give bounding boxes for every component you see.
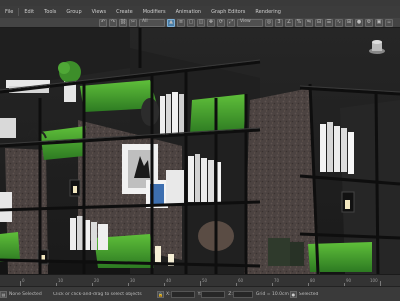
selection-status: None Selected (9, 291, 42, 297)
perspective-viewport[interactable] (0, 28, 400, 274)
viewcube-home-icon[interactable] (368, 40, 386, 54)
standing-books (160, 92, 184, 136)
status-bar: ▤ None Selected Click or click-and-drag … (0, 286, 400, 301)
time-tick-label: 10 (58, 278, 64, 283)
link-icon[interactable]: ⛓ (119, 18, 127, 27)
y-coord-field[interactable] (201, 290, 226, 298)
unlink-icon[interactable]: ✂ (129, 18, 137, 27)
x-coord-field[interactable] (170, 290, 195, 298)
percent-snap-icon[interactable]: % (295, 18, 303, 27)
menu-edit[interactable]: Edit (19, 9, 39, 15)
grass-tray (0, 232, 20, 262)
select-icon[interactable]: ▲ (167, 18, 175, 27)
time-tick-label: 50 (202, 278, 208, 283)
layer-manager-icon[interactable]: ☰ (325, 18, 333, 27)
time-tick-label: 80 (310, 278, 316, 283)
menu-group[interactable]: Group (61, 9, 86, 15)
vase (141, 98, 159, 126)
candle (73, 186, 77, 193)
menu-animation[interactable]: Animation (171, 9, 207, 15)
key-filter[interactable]: Selected (299, 292, 319, 297)
picture-frame (166, 170, 184, 204)
render-icon[interactable]: ☕ (385, 18, 393, 27)
menu-graph-editors[interactable]: Graph Editors (206, 9, 250, 15)
candle (345, 200, 350, 209)
angle-snap-icon[interactable]: ∠ (285, 18, 293, 27)
rotate-icon[interactable]: ⟳ (217, 18, 225, 27)
align-icon[interactable]: ⊟ (315, 18, 323, 27)
candle (155, 246, 161, 264)
time-tick-label: 0 (22, 278, 25, 283)
grid-size: Grid = 10.0cm (255, 291, 289, 297)
z-coord-field[interactable] (232, 290, 253, 298)
undo-icon[interactable]: ↶ (99, 18, 107, 27)
vase (268, 238, 290, 266)
maxscript-listener-icon[interactable]: ▤ (0, 290, 7, 298)
menu-file[interactable]: File (0, 9, 18, 15)
prompt-line: Click or click-and-drag to select object… (53, 291, 142, 297)
window-crossing-icon[interactable]: ◫ (197, 18, 205, 27)
menu-tools[interactable]: Tools (39, 9, 61, 15)
lock-selection-icon[interactable]: 🔒 (157, 290, 164, 298)
time-tick-label: 60 (238, 278, 244, 283)
time-tick-label: 90 (346, 278, 352, 283)
reference-coord-dropdown[interactable]: View (237, 18, 263, 27)
material-editor-icon[interactable]: ● (355, 18, 363, 27)
scale-icon[interactable]: ⤢ (227, 18, 235, 27)
time-tick-label: 30 (130, 278, 136, 283)
curve-editor-icon[interactable]: ∿ (335, 18, 343, 27)
book-stack (0, 192, 12, 222)
rendered-scene[interactable] (0, 28, 400, 274)
main-toolbar: ↶ ↷ ⛓ ✂ All ▲ ≡ ▢ ◫ ✥ ⟳ ⤢ View ◎ 3 ∠ % ⇋… (0, 18, 400, 28)
schematic-view-icon[interactable]: ⊞ (345, 18, 353, 27)
book-stack (0, 118, 16, 138)
time-tick-label: 70 (274, 278, 280, 283)
pivot-icon[interactable]: ◎ (265, 18, 273, 27)
mirror-icon[interactable]: ⇋ (305, 18, 313, 27)
menu-modifiers[interactable]: Modifiers (138, 9, 171, 15)
selection-filter-dropdown[interactable]: All (139, 18, 165, 27)
menu-views[interactable]: Views (87, 9, 111, 15)
potted-plant (58, 62, 70, 74)
redo-icon[interactable]: ↷ (109, 18, 117, 27)
move-icon[interactable]: ✥ (207, 18, 215, 27)
vase (290, 242, 304, 266)
render-frame-icon[interactable]: ▣ (375, 18, 383, 27)
time-tick-label: 100 (370, 278, 378, 283)
snap-icon[interactable]: 3 (275, 18, 283, 27)
menu-rendering[interactable]: Rendering (250, 9, 286, 15)
time-tick-label: 40 (166, 278, 172, 283)
time-tick-label: 20 (94, 278, 100, 283)
grass-tray (190, 94, 246, 134)
rectangle-select-icon[interactable]: ▢ (187, 18, 195, 27)
auto-key-button[interactable]: ● (289, 290, 297, 298)
select-by-name-icon[interactable]: ≡ (177, 18, 185, 27)
render-setup-icon[interactable]: ⚙ (365, 18, 373, 27)
menu-create[interactable]: Create (111, 9, 138, 15)
